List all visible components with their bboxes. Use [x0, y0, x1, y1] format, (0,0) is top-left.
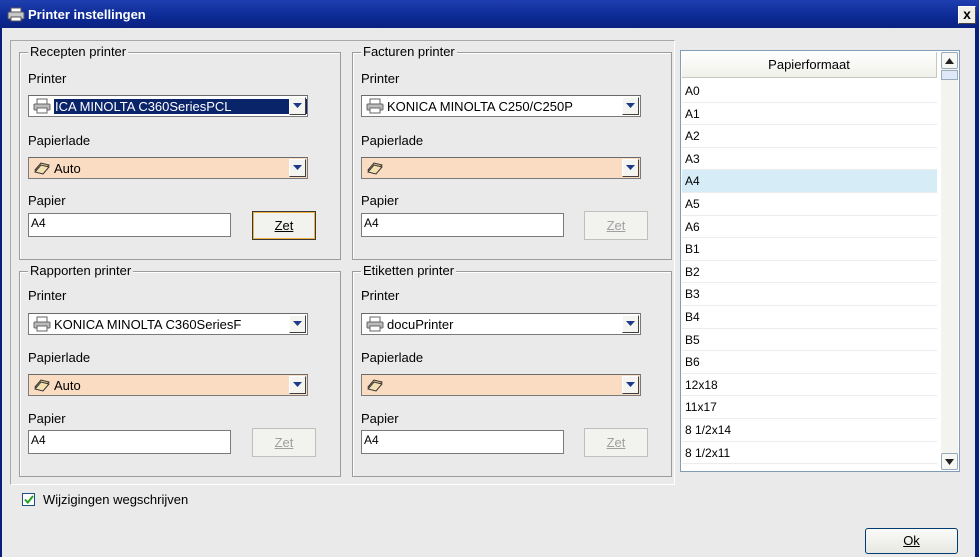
printer-value: ICA MINOLTA C360SeriesPCL [54, 98, 307, 114]
list-item[interactable]: B3 [682, 283, 937, 306]
list-item[interactable]: B1 [682, 238, 937, 261]
vertical-scrollbar[interactable] [941, 52, 958, 470]
dialog-body: Recepten printer Printer ICA MINOLTA C36… [2, 28, 975, 557]
papierformaat-list[interactable]: Papierformaat A0 A1 A2 A3 A4 A5 A6 B1 B2 B3 B4 B5 B6… [680, 50, 960, 472]
printer-label: Printer [361, 288, 400, 303]
printer-label: Printer [361, 71, 400, 86]
paper-tray-icon [367, 379, 383, 392]
papier-input[interactable]: A4 [361, 430, 564, 454]
chevron-down-icon[interactable] [622, 159, 639, 177]
chevron-down-icon[interactable] [622, 315, 639, 333]
printer-icon [33, 98, 51, 114]
chevron-down-icon[interactable] [289, 97, 306, 115]
printer-select[interactable]: docuPrinter [361, 313, 641, 335]
list-item[interactable]: 8 1/2x11 [682, 442, 937, 465]
list-item[interactable]: A2 [682, 125, 937, 148]
paper-tray-icon [367, 162, 383, 175]
lade-value: Auto [54, 377, 81, 393]
list-item[interactable]: 11x17 [682, 396, 937, 419]
list-item[interactable]: A4 [682, 170, 937, 193]
group-legend: Rapporten printer [28, 263, 134, 279]
printer-select[interactable]: KONICA MINOLTA C250/C250P [361, 95, 641, 117]
papierlade-select[interactable]: Auto [28, 374, 308, 396]
papierlade-select[interactable] [361, 157, 641, 179]
list-item[interactable]: A1 [682, 103, 937, 126]
window-title: Printer instellingen [28, 7, 146, 22]
printer-value: docuPrinter [387, 316, 454, 332]
paper-tray-icon [34, 162, 50, 175]
lade-value: Auto [54, 160, 81, 176]
chevron-down-icon[interactable] [622, 97, 639, 115]
ok-button[interactable]: Ok [865, 528, 958, 554]
group-legend: Recepten printer [28, 44, 129, 60]
papier-label: Papier [361, 411, 399, 426]
group-legend: Etiketten printer [361, 263, 457, 279]
group-legend: Facturen printer [361, 44, 457, 60]
zet-button[interactable]: Zet [584, 211, 648, 240]
printer-select[interactable]: KONICA MINOLTA C360SeriesF [28, 313, 308, 335]
printer-label: Printer [28, 288, 67, 303]
papierlade-select[interactable]: Auto [28, 157, 308, 179]
printer-label: Printer [28, 71, 67, 86]
zet-button[interactable]: Zet [252, 211, 316, 240]
scroll-up-icon[interactable] [941, 52, 958, 69]
close-button[interactable]: x [958, 6, 976, 24]
printer-value: KONICA MINOLTA C250/C250P [387, 98, 573, 114]
zet-button[interactable]: Zet [584, 428, 648, 457]
printer-value: KONICA MINOLTA C360SeriesF [54, 316, 242, 332]
save-changes-option[interactable]: Wijzigingen wegschrijven [22, 492, 188, 507]
papier-label: Papier [28, 411, 66, 426]
chevron-down-icon[interactable] [622, 376, 639, 394]
zet-label: Zet [606, 435, 626, 450]
zet-label: Zet [606, 218, 626, 233]
save-changes-checkbox[interactable] [22, 493, 35, 506]
lade-label: Papierlade [361, 350, 424, 365]
printer-icon [366, 98, 384, 114]
paper-tray-icon [34, 379, 50, 392]
group-recepten-printer: Recepten printer Printer ICA MINOLTA C36… [19, 44, 341, 260]
list-item[interactable]: 8 1/2x14 [682, 419, 937, 442]
papierlade-select[interactable] [361, 374, 641, 396]
list-item[interactable]: A3 [682, 148, 937, 171]
scroll-down-icon[interactable] [941, 453, 958, 470]
lade-label: Papierlade [361, 133, 424, 148]
ok-label: Ok [903, 533, 920, 548]
list-item[interactable]: B2 [682, 261, 937, 284]
group-facturen-printer: Facturen printer Printer KONICA MINOLTA … [352, 44, 672, 260]
title-bar: Printer instellingen x [0, 0, 979, 28]
papier-input[interactable]: A4 [28, 213, 231, 237]
list-item[interactable]: A5 [682, 193, 937, 216]
zet-button[interactable]: Zet [252, 428, 316, 457]
lade-label: Papierlade [28, 133, 91, 148]
papier-input[interactable]: A4 [28, 430, 231, 454]
list-item[interactable]: A0 [682, 80, 937, 103]
list-item[interactable]: 12x18 [682, 374, 937, 397]
zet-label: Zet [274, 435, 294, 450]
checkmark-icon [23, 495, 34, 504]
printer-icon [33, 316, 51, 332]
list-item[interactable]: B4 [682, 306, 937, 329]
printer-icon [366, 316, 384, 332]
group-etiketten-printer: Etiketten printer Printer docuPrinter Pa… [352, 263, 672, 477]
lade-label: Papierlade [28, 350, 91, 365]
papier-label: Papier [361, 193, 399, 208]
papierformaat-rows: A0 A1 A2 A3 A4 A5 A6 B1 B2 B3 B4 B5 B6 12x18 11x17 8 1/… [682, 80, 937, 465]
chevron-down-icon[interactable] [289, 159, 306, 177]
zet-label: Zet [274, 218, 294, 233]
list-item[interactable]: B5 [682, 329, 937, 352]
papier-input[interactable]: A4 [361, 213, 564, 237]
chevron-down-icon[interactable] [289, 376, 306, 394]
list-item[interactable]: B6 [682, 351, 937, 374]
printer-app-icon [7, 7, 25, 22]
papierformaat-column-header[interactable]: Papierformaat [682, 52, 937, 78]
save-changes-label: Wijzigingen wegschrijven [43, 492, 189, 507]
list-item[interactable]: A6 [682, 216, 937, 239]
chevron-down-icon[interactable] [289, 315, 306, 333]
group-rapporten-printer: Rapporten printer Printer KONICA MINOLTA… [19, 263, 341, 477]
papier-label: Papier [28, 193, 66, 208]
scroll-thumb[interactable] [941, 70, 958, 80]
printer-select[interactable]: ICA MINOLTA C360SeriesPCL [28, 95, 308, 117]
